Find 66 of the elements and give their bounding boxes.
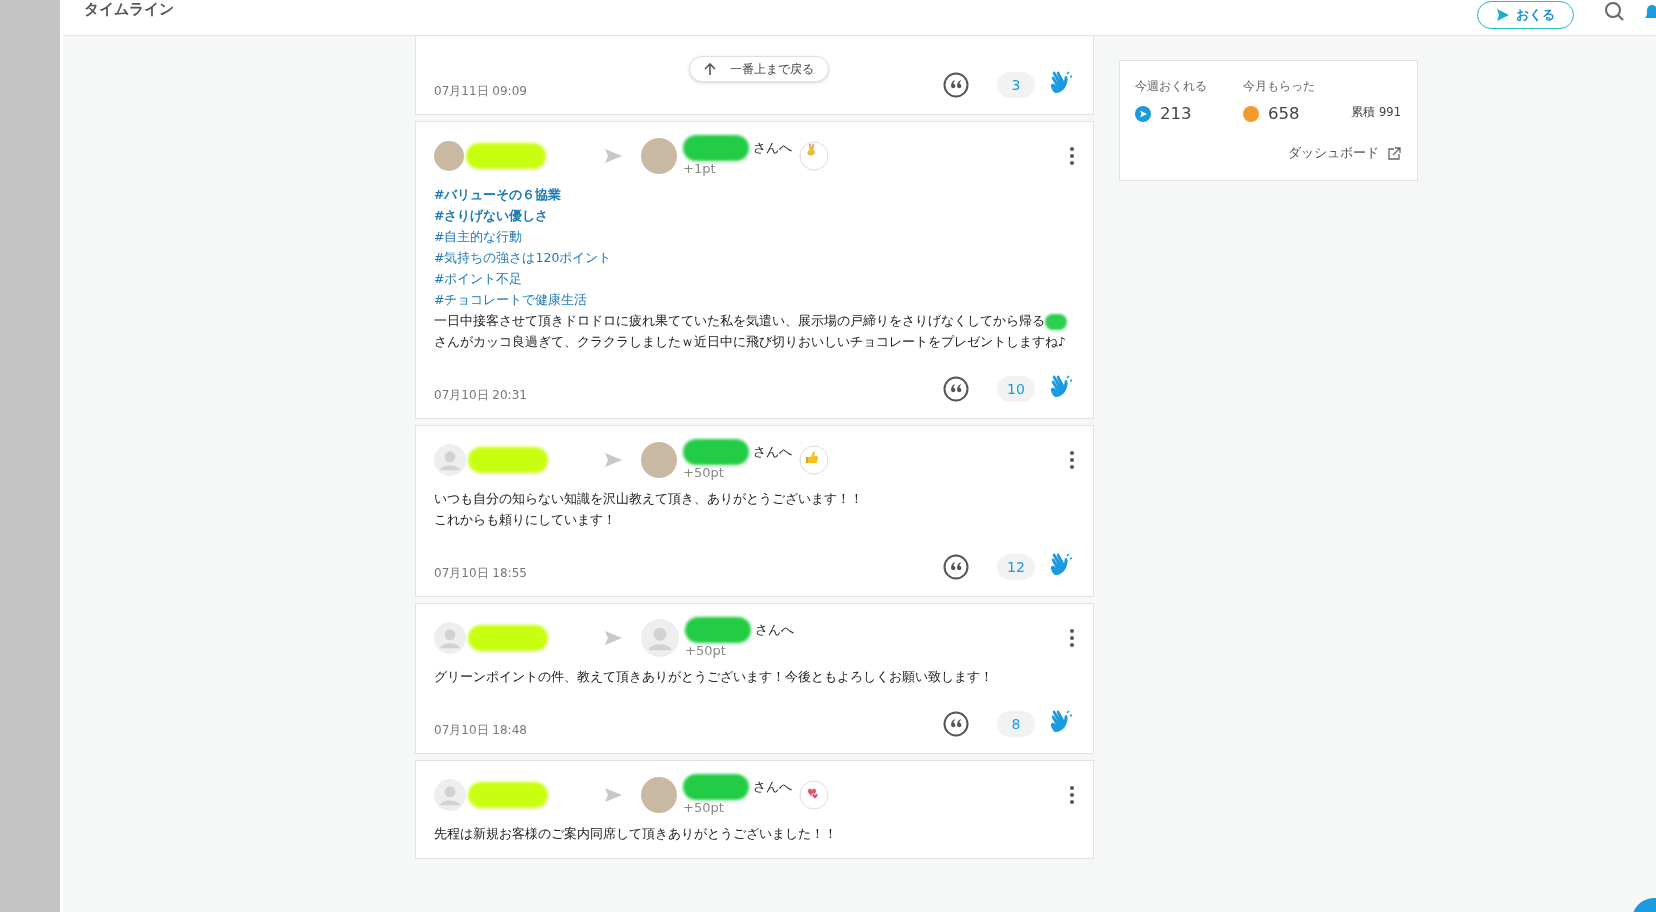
recipient-suffix: さんへ (753, 779, 792, 795)
message-text: いつも自分の知らない知識を沢山教えて頂き、ありがとうございます！！ (434, 490, 864, 508)
post-date: 07月10日 18:48 (434, 721, 527, 739)
avatar-silhouette-icon (641, 619, 679, 657)
avatar-silhouette-icon (434, 444, 466, 476)
message-text: 先程は新規お客様のご案内同席して頂きありがとうございました！！ (434, 825, 838, 843)
applause-count[interactable]: 10 (997, 376, 1035, 402)
avatar-photo-placeholder (641, 442, 677, 478)
applause-count[interactable]: 12 (997, 554, 1035, 580)
paper-plane-icon (1496, 7, 1510, 22)
send-button[interactable]: おくる (1477, 0, 1574, 29)
post-date: 07月10日 20:31 (434, 386, 527, 404)
redaction-scribble (683, 774, 749, 800)
arrow-icon (604, 451, 623, 469)
quote-icon[interactable] (943, 376, 969, 402)
more-options-icon[interactable] (1069, 785, 1075, 805)
hashtag-link[interactable]: #さりげない優しさ (434, 205, 549, 226)
points-label: +50pt (683, 465, 725, 481)
more-options-icon[interactable] (1069, 146, 1075, 166)
back-to-top-button[interactable]: 一番上まで戻る (689, 56, 829, 82)
recipient-suffix: さんへ (753, 444, 792, 460)
redaction-scribble (683, 439, 749, 465)
recipient-suffix: さんへ (755, 622, 794, 638)
hashtag-link[interactable]: #気持ちの強さは120ポイント (434, 247, 612, 268)
arrow-icon (604, 147, 623, 165)
quote-icon[interactable] (943, 72, 969, 98)
points-label: +50pt (685, 643, 727, 659)
redaction-scribble (685, 617, 751, 643)
more-options-icon[interactable] (1069, 450, 1075, 470)
avatar-photo-placeholder (434, 141, 464, 171)
weekly-send-value: 213 (1160, 104, 1192, 123)
redaction-scribble (683, 135, 749, 161)
external-link-icon (1387, 146, 1401, 161)
message-text: 一日中接客させて頂きドロドロに疲れ果てていた私を気遣い、展示場の戸締りをさりげなくしてから帰る さんがカッコ良過ぎて、クラクラしましたｗ近日中に飛び切りおいしいチョコレートをプレゼントしますね♪ (434, 312, 1068, 351)
avatar-photo-placeholder (641, 138, 677, 174)
more-options-icon[interactable] (1069, 628, 1075, 648)
points-label: +50pt (683, 800, 725, 816)
avatar-silhouette-icon (434, 622, 466, 654)
recipient-suffix: さんへ (753, 140, 792, 156)
dashboard-link[interactable]: ダッシュボード (1288, 145, 1401, 162)
quote-icon[interactable] (943, 554, 969, 580)
page-title: タイムライン (84, 0, 174, 19)
message-text: グリーンポイントの件、教えて頂きありがとうございます！今後ともよろしくお願い致します！ (434, 668, 994, 686)
applause-count[interactable]: 8 (997, 711, 1035, 737)
hashtag-link[interactable]: #バリューその６協業 (434, 184, 562, 205)
monthly-received-label: 今月もらった (1243, 79, 1316, 94)
points-label: +1pt (683, 161, 717, 177)
monthly-received-value: 658 (1268, 104, 1300, 123)
applause-count[interactable]: 3 (997, 72, 1035, 98)
avatar-silhouette-icon (434, 779, 466, 811)
points-coin-icon (1243, 105, 1259, 122)
hashtag-link[interactable]: #チョコレートで健康生活 (434, 289, 588, 310)
hashtag-link[interactable]: #自主的な行動 (434, 226, 523, 247)
cumulative-total: 累積 991 (1351, 105, 1401, 120)
up-arrow-icon (704, 62, 716, 76)
hashtag-link[interactable]: #ポイント不足 (434, 268, 523, 289)
message-text: これからも頼りにしています！ (434, 511, 617, 529)
weekly-send-label: 今週おくれる (1135, 79, 1208, 94)
quote-icon[interactable] (943, 711, 969, 737)
arrow-icon (604, 786, 623, 804)
post-date: 07月11日 09:09 (434, 82, 527, 100)
search-icon[interactable] (1604, 0, 1624, 21)
arrow-icon (604, 629, 623, 647)
avatar-photo-placeholder (641, 777, 677, 813)
post-date: 07月10日 18:55 (434, 564, 527, 582)
send-points-icon (1135, 105, 1151, 122)
